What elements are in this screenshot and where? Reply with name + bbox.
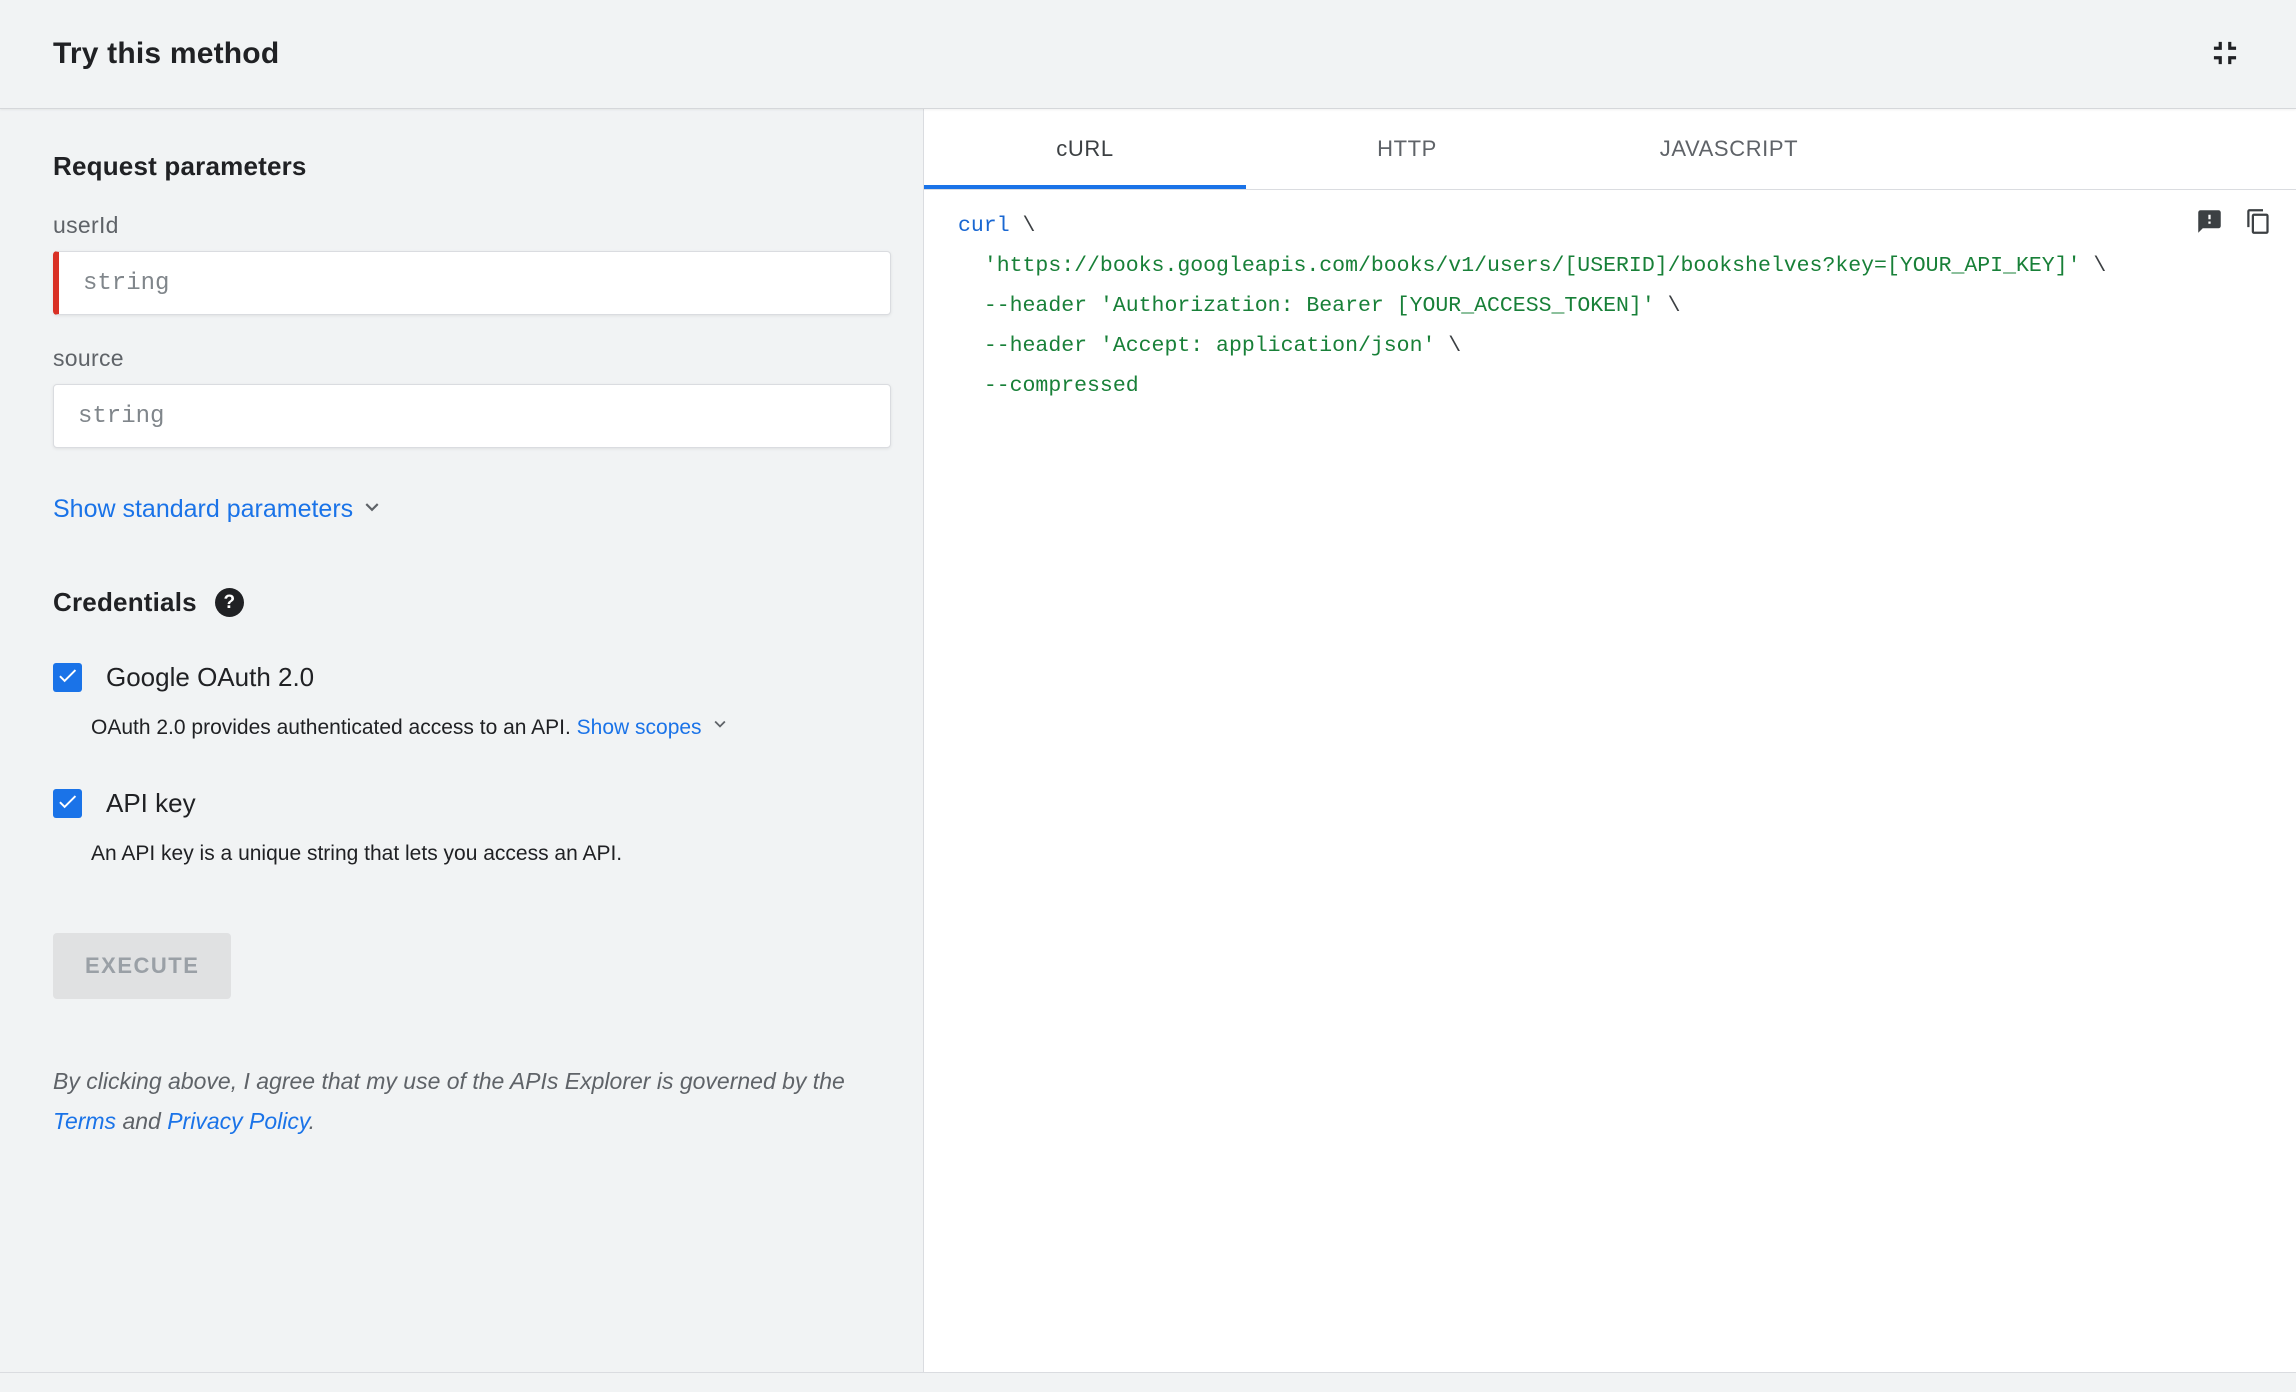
checkmark-icon — [56, 664, 79, 692]
show-standard-parameters-link[interactable]: Show standard parameters — [53, 495, 353, 524]
credentials-header: Credentials ? — [53, 587, 891, 618]
show-standard-parameters-row: Show standard parameters — [53, 494, 891, 525]
help-icon[interactable]: ? — [214, 588, 244, 617]
panel-header: Try this method — [0, 0, 2296, 109]
execute-button[interactable]: EXECUTE — [53, 933, 232, 999]
oauth-checkbox-row: Google OAuth 2.0 — [53, 662, 891, 693]
code-language-tabs: cURL HTTP JAVASCRIPT — [924, 109, 2296, 190]
chevron-down-icon[interactable] — [709, 717, 731, 740]
request-parameters-pane: Request parameters userId source Show st… — [0, 109, 924, 1372]
oauth-description-text: OAuth 2.0 provides authenticated access … — [91, 716, 571, 740]
field-userid-label: userId — [53, 212, 119, 238]
tab-http[interactable]: HTTP — [1246, 109, 1568, 189]
request-parameters-title: Request parameters — [53, 151, 307, 181]
field-source: source — [53, 345, 891, 448]
code-block: curl \ 'https://books.googleapis.com/boo… — [958, 214, 2107, 398]
chevron-down-icon[interactable] — [359, 494, 385, 525]
oauth-label: Google OAuth 2.0 — [106, 662, 315, 692]
userid-input[interactable] — [53, 251, 891, 315]
bottom-strip — [0, 1372, 2296, 1392]
field-userid: userId — [53, 212, 891, 315]
disclaimer-after: . — [308, 1108, 316, 1134]
feedback-button[interactable] — [2196, 208, 2223, 238]
tab-javascript[interactable]: JAVASCRIPT — [1568, 109, 1890, 189]
terms-link[interactable]: Terms — [53, 1108, 116, 1134]
code-sample-pane: cURL HTTP JAVASCRIPT curl \ 'https://boo… — [924, 109, 2296, 1372]
disclaimer-before: By clicking above, I agree that my use o… — [53, 1068, 845, 1094]
source-input[interactable] — [53, 384, 891, 448]
checkmark-icon — [56, 790, 79, 818]
disclaimer-text: By clicking above, I agree that my use o… — [53, 1061, 885, 1141]
fullscreen-exit-icon — [2206, 34, 2244, 75]
api-key-label: API key — [106, 788, 196, 818]
copy-icon — [2245, 208, 2272, 238]
oauth-description: OAuth 2.0 provides authenticated access … — [91, 713, 891, 744]
code-area: curl \ 'https://books.googleapis.com/boo… — [924, 190, 2296, 1372]
api-key-checkbox[interactable] — [53, 789, 82, 818]
credentials-title: Credentials — [53, 587, 197, 617]
api-key-description: An API key is a unique string that lets … — [91, 842, 623, 865]
try-this-method-panel: Try this method Request parameters userI… — [0, 0, 2296, 1392]
disclaimer-mid: and — [116, 1108, 168, 1134]
oauth-checkbox[interactable] — [53, 663, 82, 692]
tab-curl[interactable]: cURL — [924, 109, 1246, 189]
field-source-label: source — [53, 345, 124, 371]
panel-title: Try this method — [53, 37, 280, 70]
privacy-policy-link[interactable]: Privacy Policy — [167, 1108, 308, 1134]
copy-code-button[interactable] — [2245, 208, 2272, 238]
api-key-checkbox-row: API key — [53, 788, 891, 819]
fullscreen-exit-button[interactable] — [2200, 28, 2250, 81]
feedback-icon — [2196, 208, 2223, 238]
show-scopes-link[interactable]: Show scopes — [577, 716, 702, 739]
